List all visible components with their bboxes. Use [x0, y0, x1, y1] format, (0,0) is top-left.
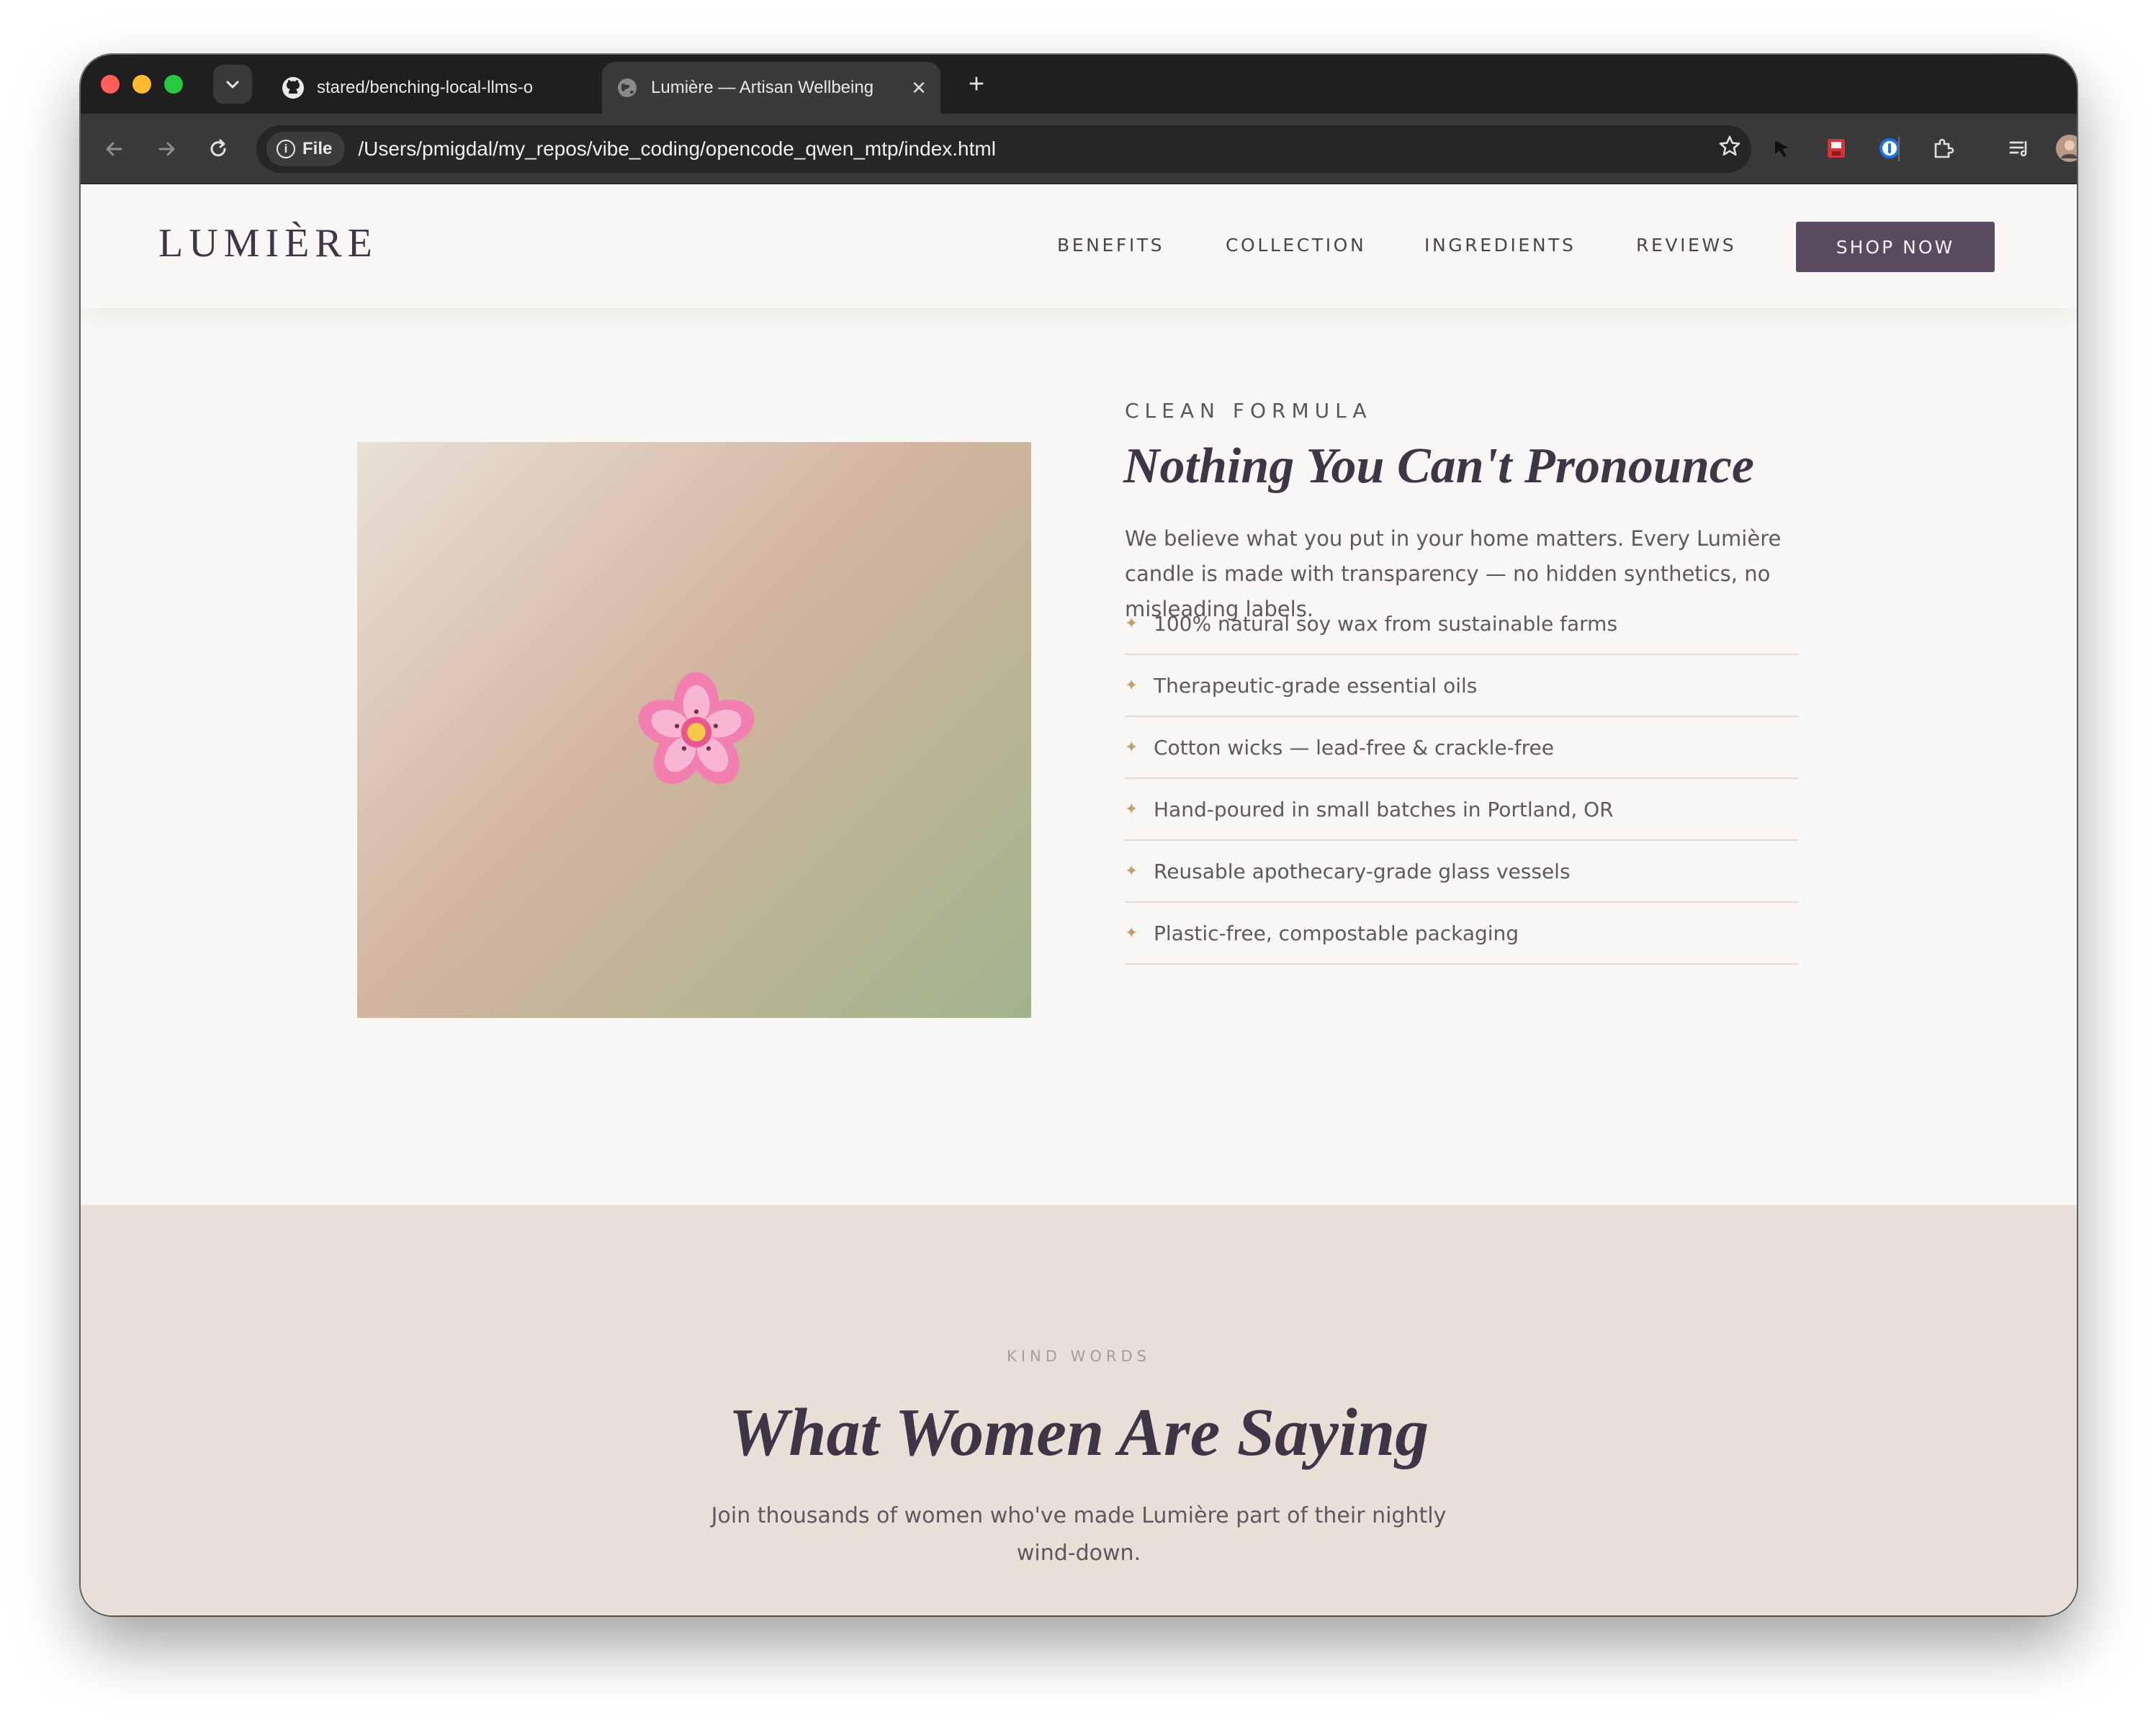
extensions-puzzle-icon[interactable] — [1927, 132, 1959, 164]
address-bar[interactable]: i File /Users/pmigdal/my_repos/vibe_codi… — [256, 125, 1751, 173]
product-image — [357, 442, 1031, 1018]
list-item: ✦ Hand-poured in small batches in Portla… — [1125, 779, 1799, 841]
nav-link-collection[interactable]: COLLECTION — [1226, 235, 1366, 256]
close-window-button[interactable] — [101, 75, 120, 94]
tab-strip: stared/benching-local-llms-o ✕ Lumière —… — [81, 55, 2077, 114]
list-item-text: Therapeutic-grade essential oils — [1154, 673, 1478, 698]
tab-title: Lumière — Artisan Wellbeing — [651, 78, 874, 97]
reload-icon[interactable] — [203, 134, 233, 164]
reading-list-icon[interactable] — [2003, 132, 2035, 164]
nav-link-ingredients[interactable]: INGREDIENTS — [1424, 235, 1576, 256]
list-item-text: Plastic-free, compostable packaging — [1154, 921, 1519, 945]
cherry-blossom-icon — [638, 672, 755, 785]
minimize-window-button[interactable] — [132, 75, 151, 94]
close-tab-icon[interactable]: ✕ — [904, 77, 933, 99]
globe-icon — [618, 78, 637, 97]
new-tab-button[interactable]: + — [962, 71, 991, 99]
save-icon[interactable] — [1820, 132, 1852, 164]
zoom-window-button[interactable] — [164, 75, 183, 94]
shop-now-button[interactable]: SHOP NOW — [1796, 222, 1995, 272]
browser-toolbar: i File /Users/pmigdal/my_repos/vibe_codi… — [81, 114, 2077, 184]
list-item-text: 100% natural soy wax from sustainable fa… — [1154, 611, 1618, 636]
list-item: ✦ Reusable apothecary-grade glass vessel… — [1125, 841, 1799, 903]
list-item: ✦ Cotton wicks — lead-free & crackle-fre… — [1125, 717, 1799, 779]
nav-link-reviews[interactable]: REVIEWS — [1636, 235, 1736, 256]
github-icon — [282, 77, 304, 99]
chevron-down-icon — [226, 81, 239, 89]
sparkle-bullet-icon: ✦ — [1125, 924, 1138, 942]
section-eyebrow: CLEAN FORMULA — [1125, 399, 1373, 423]
browser-window: stared/benching-local-llms-o ✕ Lumière —… — [81, 55, 2077, 1615]
profile-avatar[interactable] — [2054, 132, 2077, 164]
testimonials-eyebrow: KIND WORDS — [1007, 1348, 1151, 1365]
site-info-chip[interactable]: i File — [266, 132, 346, 166]
section-heading: Nothing You Can't Pronounce — [1123, 438, 1754, 494]
web-page: LUMIÈRE BENEFITS COLLECTION INGREDIENTS … — [81, 184, 2077, 1615]
bookmark-star-icon[interactable] — [1708, 134, 1751, 165]
info-icon: i — [277, 140, 295, 158]
list-item-text: Cotton wicks — lead-free & crackle-free — [1154, 735, 1554, 759]
forward-arrow-icon[interactable] — [151, 134, 181, 164]
testimonials-subtitle: Join thousands of women who've made Lumi… — [711, 1503, 1447, 1566]
toolbar-separator — [1898, 137, 1900, 161]
password-manager-icon[interactable] — [1874, 132, 1905, 164]
list-item: ✦ Plastic-free, compostable packaging — [1125, 903, 1799, 965]
list-item: ✦ Therapeutic-grade essential oils — [1125, 655, 1799, 717]
site-logo[interactable]: LUMIÈRE — [158, 220, 378, 266]
cursor-icon[interactable] — [1766, 132, 1797, 164]
site-header: LUMIÈRE BENEFITS COLLECTION INGREDIENTS … — [81, 184, 2077, 308]
tab-lumiere[interactable]: Lumière — Artisan Wellbeing ✕ — [602, 62, 940, 114]
back-arrow-icon[interactable] — [99, 134, 130, 164]
list-item-text: Hand-poured in small batches in Portland… — [1154, 797, 1614, 821]
testimonials-heading: What Women Are Saying — [728, 1395, 1429, 1470]
sparkle-bullet-icon: ✦ — [1125, 800, 1138, 818]
tab-title: stared/benching-local-llms-o — [317, 78, 534, 97]
nav-link-benefits[interactable]: BENEFITS — [1057, 235, 1164, 256]
sparkle-bullet-icon: ✦ — [1125, 738, 1138, 756]
site-info-label: File — [302, 139, 333, 158]
sparkle-bullet-icon: ✦ — [1125, 676, 1138, 694]
sparkle-bullet-icon: ✦ — [1125, 862, 1138, 880]
tab-search-button[interactable] — [213, 65, 252, 104]
list-item: ✦ 100% natural soy wax from sustainable … — [1125, 593, 1799, 655]
sparkle-bullet-icon: ✦ — [1125, 614, 1138, 632]
list-item-text: Reusable apothecary-grade glass vessels — [1154, 859, 1571, 883]
url-text[interactable]: /Users/pmigdal/my_repos/vibe_coding/open… — [358, 138, 1708, 161]
